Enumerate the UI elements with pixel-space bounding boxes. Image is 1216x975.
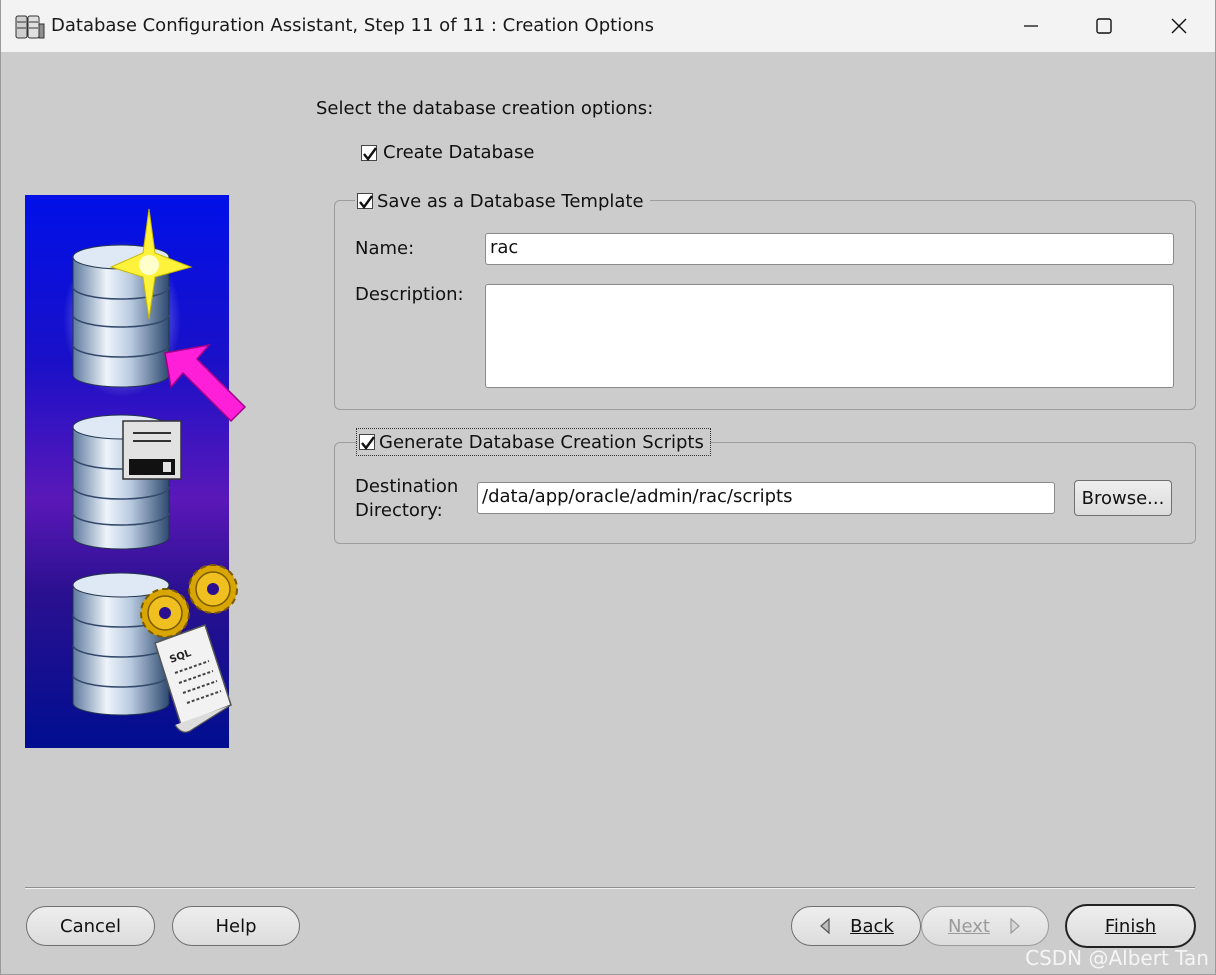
maximize-icon [1096, 18, 1112, 34]
browse-button-label: Browse... [1081, 487, 1165, 509]
close-button[interactable] [1149, 0, 1209, 52]
help-button-label: Help [215, 915, 257, 937]
title-bar[interactable]: Database Configuration Assistant, Step 1… [1, 0, 1215, 52]
chevron-right-icon [1010, 917, 1020, 935]
template-name-label: Name: [355, 238, 415, 259]
minimize-button[interactable] [1001, 0, 1061, 52]
template-description-input[interactable] [485, 284, 1174, 388]
help-button[interactable]: Help [172, 906, 300, 946]
back-button[interactable]: Back [791, 906, 921, 946]
footer-separator [25, 887, 1195, 889]
cancel-button[interactable]: Cancel [26, 906, 155, 946]
checkmark-icon [359, 195, 373, 209]
floppy-disk-icon [122, 420, 182, 480]
save-template-checkbox[interactable] [357, 193, 373, 209]
watermark: CSDN @Albert Tan [1025, 946, 1209, 970]
generate-scripts-legend[interactable]: Generate Database Creation Scripts [356, 428, 711, 456]
next-button-label: Next [948, 915, 990, 937]
template-description-label: Description: [355, 284, 464, 305]
window-title: Database Configuration Assistant, Step 1… [51, 15, 654, 36]
dbca-window: Database Configuration Assistant, Step 1… [0, 0, 1216, 975]
generate-scripts-label[interactable]: Generate Database Creation Scripts [379, 432, 704, 453]
create-database-checkbox[interactable] [361, 145, 377, 161]
destination-directory-input[interactable]: /data/app/oracle/admin/rac/scripts [477, 482, 1055, 514]
back-button-label: Back [850, 915, 894, 937]
cancel-button-label: Cancel [60, 915, 121, 937]
close-icon [1171, 18, 1187, 34]
sql-scroll-icon: SQL [154, 624, 232, 733]
chevron-left-icon [820, 917, 830, 935]
template-name-input[interactable]: rac [485, 233, 1174, 265]
maximize-button[interactable] [1074, 0, 1134, 52]
finish-button-label: Finish [1104, 915, 1157, 937]
generate-scripts-checkbox[interactable] [359, 434, 375, 450]
checkmark-icon [363, 147, 377, 161]
finish-button[interactable]: Finish [1065, 904, 1196, 948]
next-button[interactable]: Next [921, 906, 1049, 946]
app-icon [15, 14, 45, 40]
options-prompt: Select the database creation options: [316, 98, 654, 119]
checkmark-icon [361, 436, 375, 450]
wizard-illustration: SQL [25, 195, 247, 748]
gears-icon [140, 564, 238, 638]
destination-label-line2: Directory: [355, 500, 443, 521]
destination-label-line1: Destination [355, 476, 459, 497]
browse-button[interactable]: Browse... [1074, 480, 1172, 516]
save-template-legend[interactable]: Save as a Database Template [355, 188, 650, 214]
create-database-label[interactable]: Create Database [383, 142, 534, 163]
minimize-icon [1024, 25, 1038, 27]
save-template-label[interactable]: Save as a Database Template [377, 191, 644, 212]
